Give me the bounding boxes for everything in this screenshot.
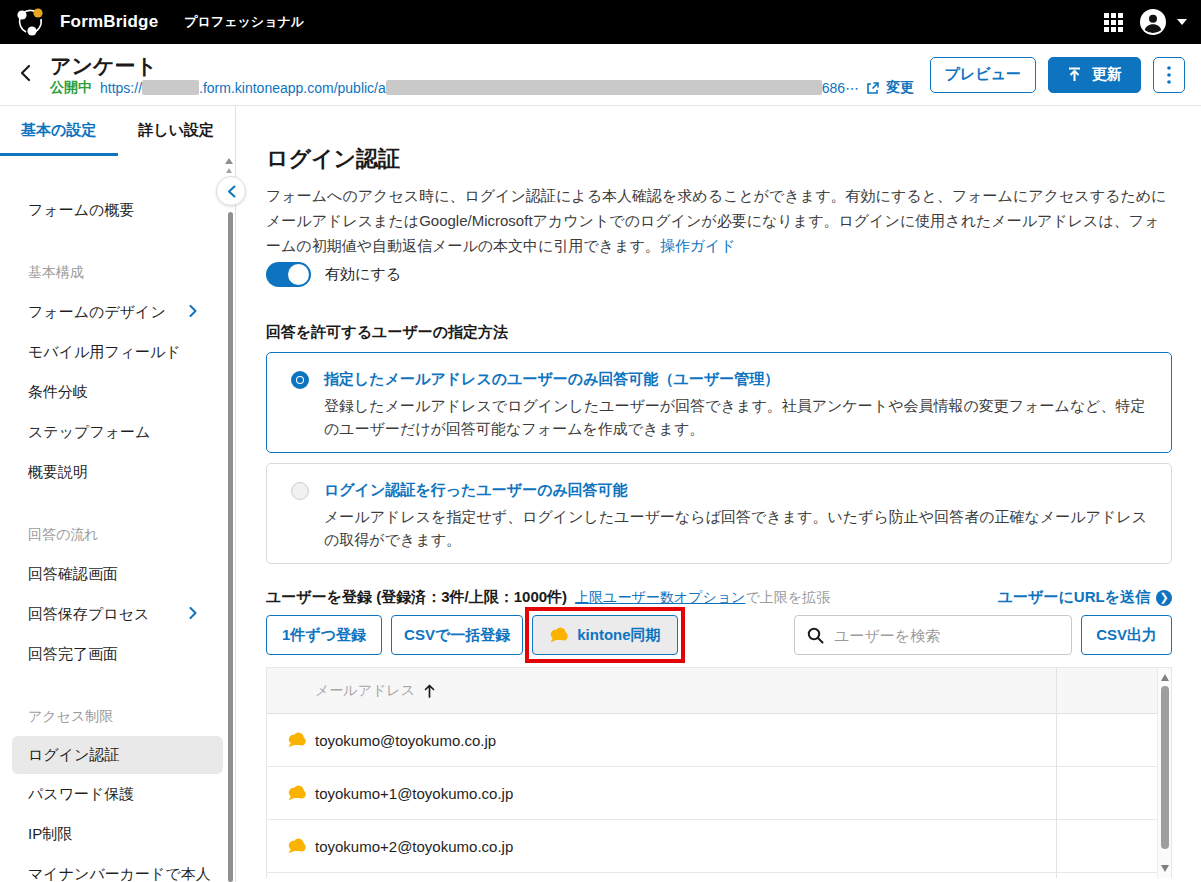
scroll-up-arrow[interactable] xyxy=(1161,674,1169,681)
search-icon xyxy=(807,627,824,644)
scroll-down-arrow[interactable] xyxy=(1161,865,1169,872)
register-users-label: ユーザーを登録 (登録済：3件/上限：1000件) xyxy=(266,588,567,607)
sidebar-section-access-restriction: アクセス制限 xyxy=(0,696,235,736)
kintone-icon xyxy=(287,838,306,854)
user-email: toyokumo+2@toyokumo.co.jp xyxy=(315,838,513,855)
email-column-header[interactable]: メールアドレス xyxy=(315,682,415,700)
user-table: メールアドレス toyokumo@toyokumo.co.jp toyokumo… xyxy=(266,667,1172,878)
send-url-info-icon[interactable]: ❯ xyxy=(1156,590,1172,606)
table-row[interactable]: toyokumo+2@toyokumo.co.jp xyxy=(267,820,1171,873)
apps-grid-icon[interactable] xyxy=(1104,13,1123,32)
user-email: toyokumo@toyokumo.co.jp xyxy=(315,732,496,749)
column-divider xyxy=(1056,668,1057,878)
more-menu-button[interactable] xyxy=(1153,57,1185,93)
sidebar-item-conditional-branch[interactable]: 条件分岐 xyxy=(0,372,235,412)
guide-link[interactable]: 操作ガイド xyxy=(660,237,736,254)
table-row[interactable]: toyokumo+1@toyokumo.co.jp xyxy=(267,767,1171,820)
settings-sidebar: 基本の設定 詳しい設定 フォームの概要 基本構成 フォームのデザイン モバイル用… xyxy=(0,106,236,882)
kintone-icon xyxy=(549,627,568,643)
scrollbar-thumb[interactable] xyxy=(1161,686,1169,849)
formbridge-logo xyxy=(14,5,48,39)
page-title: ログイン認証 xyxy=(266,147,1172,171)
table-row[interactable]: toyokumo@toyokumo.co.jp xyxy=(267,714,1171,767)
tab-advanced-settings[interactable]: 詳しい設定 xyxy=(118,106,236,156)
sidebar-collapse-button[interactable] xyxy=(216,176,246,206)
form-title: アンケート xyxy=(50,53,914,78)
sidebar-item-mynumber-card[interactable]: マイナンバーカードで本人 xyxy=(0,854,235,882)
option-any-login-user[interactable]: ログイン認証を行ったユーザーのみ回答可能 メールアドレスを指定せず、ログインした… xyxy=(266,463,1172,564)
brand-name: FormBridge xyxy=(60,12,158,32)
chevron-right-icon xyxy=(189,594,197,634)
sidebar-item-response-confirm[interactable]: 回答確認画面 xyxy=(0,554,235,594)
public-url: https://.form.kintoneapp.com/public/a686… xyxy=(100,80,859,96)
option-description: 登録したメールアドレスでログインしたユーザーが回答できます。社員アンケートや会員… xyxy=(324,394,1147,440)
limit-expand-note: で上限を拡張 xyxy=(745,589,830,607)
back-button[interactable] xyxy=(10,60,40,89)
radio-selected-icon[interactable] xyxy=(291,371,309,389)
csv-export-button[interactable]: CSV出力 xyxy=(1081,615,1172,655)
sort-asc-icon[interactable] xyxy=(424,684,435,698)
sidebar-item-form-design[interactable]: フォームのデザイン xyxy=(0,292,235,332)
user-avatar-icon[interactable] xyxy=(1139,8,1167,36)
radio-unselected-icon[interactable] xyxy=(291,482,309,500)
url-redaction xyxy=(142,80,199,95)
user-menu-caret[interactable] xyxy=(1177,19,1187,25)
sidebar-item-password-protect[interactable]: パスワード保護 xyxy=(0,774,235,814)
send-url-link[interactable]: ユーザーにURLを送信 xyxy=(998,588,1150,607)
url-redaction xyxy=(386,80,822,95)
option-description: メールアドレスを指定せず、ログインしたユーザーならば回答できます。いたずら防止や… xyxy=(324,505,1147,551)
sidebar-item-step-form[interactable]: ステップフォーム xyxy=(0,412,235,452)
table-header: メールアドレス xyxy=(267,668,1171,714)
main-content: ログイン認証 フォームへのアクセス時に、ログイン認証による本人確認を求めることが… xyxy=(236,106,1201,882)
sidebar-item-login-auth[interactable]: ログイン認証 xyxy=(12,736,223,774)
chevron-right-icon xyxy=(189,292,197,332)
sidebar-section-basic-structure: 基本構成 xyxy=(0,252,235,292)
change-url-link[interactable]: 変更 xyxy=(886,79,914,97)
option-title: 指定したメールアドレスのユーザーのみ回答可能（ユーザー管理） xyxy=(324,368,1147,389)
user-limit-option-link[interactable]: 上限ユーザー数オプション xyxy=(575,589,745,607)
sidebar-scrollbar-up[interactable] xyxy=(225,158,233,164)
csv-bulk-register-button[interactable]: CSVで一括登録 xyxy=(391,615,523,655)
user-search-input[interactable] xyxy=(834,627,1059,644)
external-link-icon[interactable] xyxy=(866,81,880,95)
kebab-icon xyxy=(1167,66,1171,84)
status-badge: 公開中 xyxy=(50,79,92,97)
user-search-box xyxy=(794,615,1072,655)
option-title: ログイン認証を行ったユーザーのみ回答可能 xyxy=(324,479,1147,500)
enable-toggle[interactable] xyxy=(266,262,311,287)
sidebar-item-response-save-process[interactable]: 回答保存プロセス xyxy=(0,594,235,634)
preview-button[interactable]: プレビュー xyxy=(930,57,1036,93)
sidebar-item-response-complete[interactable]: 回答完了画面 xyxy=(0,634,235,674)
app-header: FormBridge プロフェッショナル xyxy=(0,0,1201,44)
update-button[interactable]: 更新 xyxy=(1048,57,1141,93)
table-scrollbar[interactable] xyxy=(1157,668,1171,878)
publish-icon xyxy=(1067,67,1082,82)
sidebar-section-response-flow: 回答の流れ xyxy=(0,514,235,554)
enable-toggle-label: 有効にする xyxy=(325,265,401,284)
page: FormBridge プロフェッショナル アンケート 公開中 https://.… xyxy=(0,0,1201,882)
sidebar-menu: フォームの概要 基本構成 フォームのデザイン モバイル用フィールド 条件分岐 ス… xyxy=(0,156,235,882)
kintone-icon xyxy=(287,785,306,801)
sidebar-item-overview-description[interactable]: 概要説明 xyxy=(0,452,235,492)
tab-basic-settings[interactable]: 基本の設定 xyxy=(0,106,118,156)
user-email: toyokumo+1@toyokumo.co.jp xyxy=(315,785,513,802)
sidebar-item-form-overview[interactable]: フォームの概要 xyxy=(0,190,235,230)
register-one-button[interactable]: 1件ずつ登録 xyxy=(266,615,382,655)
plan-name: プロフェッショナル xyxy=(184,13,304,31)
sidebar-scrollbar-up2[interactable] xyxy=(226,168,232,173)
sidebar-item-ip-restriction[interactable]: IP制限 xyxy=(0,814,235,854)
form-header: アンケート 公開中 https://.form.kintoneapp.com/p… xyxy=(0,44,1201,106)
user-specify-section-title: 回答を許可するユーザーの指定方法 xyxy=(266,323,1172,342)
option-specified-email[interactable]: 指定したメールアドレスのユーザーのみ回答可能（ユーザー管理） 登録したメールアド… xyxy=(266,352,1172,453)
kintone-icon xyxy=(287,732,306,748)
sidebar-scrollbar[interactable] xyxy=(228,212,233,882)
page-description: フォームへのアクセス時に、ログイン認証による本人確認を求めることができます。有効… xyxy=(266,183,1172,258)
kintone-sync-button[interactable]: kintone同期 xyxy=(532,615,677,655)
sidebar-item-mobile-fields[interactable]: モバイル用フィールド xyxy=(0,332,235,372)
